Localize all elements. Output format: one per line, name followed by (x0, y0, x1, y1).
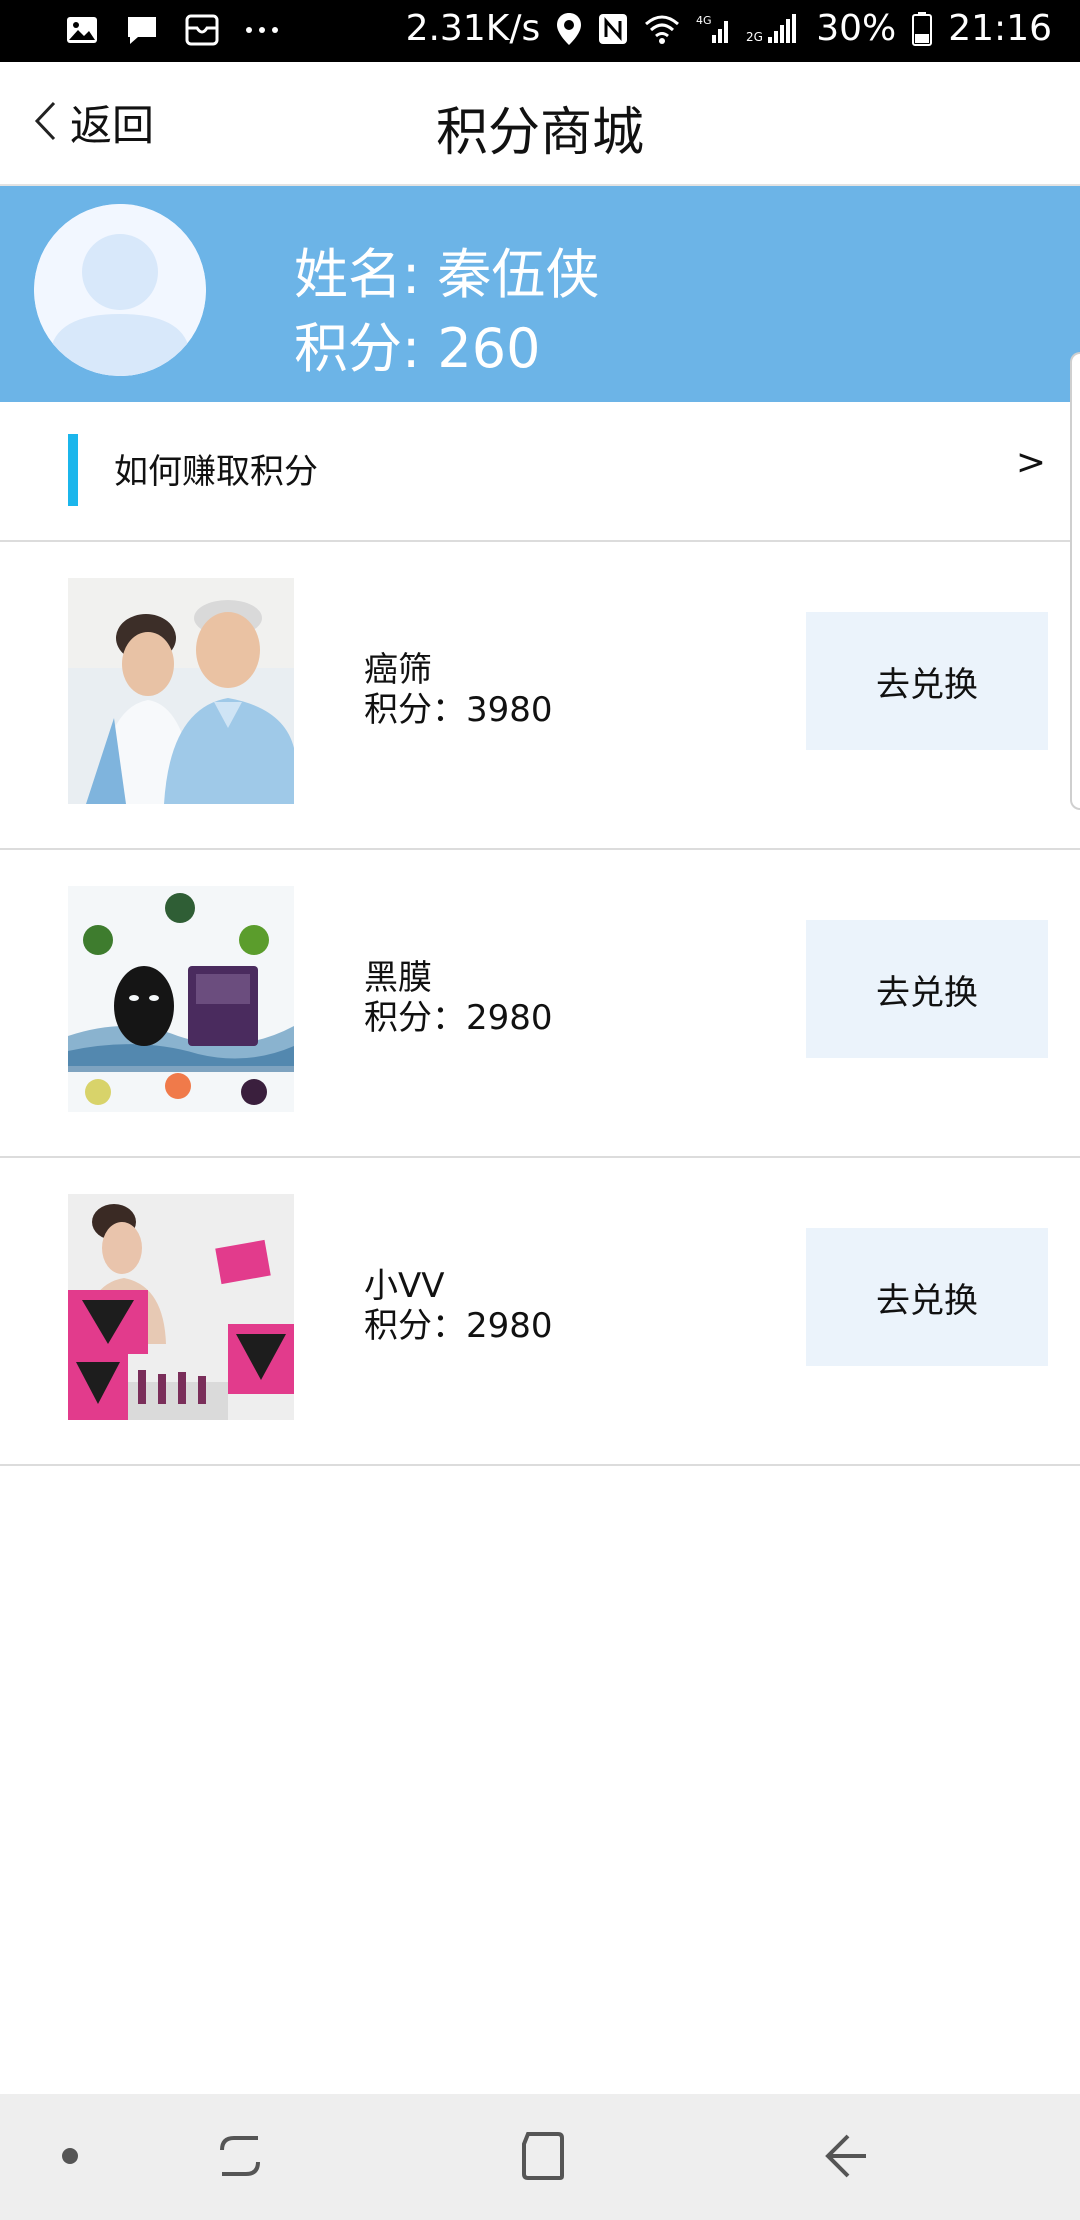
svg-text:2G: 2G (746, 30, 763, 44)
product-points: 积分：2980 (364, 1306, 553, 1346)
inbox-icon (184, 12, 220, 48)
accent-bar (68, 434, 78, 506)
system-status: 2.31K/s 4G 2G 30% 21:16 (406, 8, 1052, 49)
product-image-elderly-couple (68, 578, 294, 804)
app-header: 返回 积分商城 (0, 62, 1080, 186)
clock: 21:16 (948, 8, 1052, 49)
page-title: 积分商城 (435, 103, 644, 163)
product-item: 癌筛 积分：3980 去兑换 (0, 542, 1080, 850)
signal-2g-icon: 2G (746, 13, 800, 45)
redeem-button[interactable]: 去兑换 (806, 920, 1048, 1058)
nav-dot-icon[interactable] (60, 2146, 80, 2170)
redeem-button[interactable]: 去兑换 (806, 612, 1048, 750)
battery-icon (912, 11, 933, 46)
wifi-icon (644, 14, 680, 44)
product-image-vv-product (68, 1194, 294, 1420)
svg-text:4G: 4G (696, 14, 712, 27)
location-icon (556, 12, 582, 46)
home-icon[interactable] (518, 2130, 566, 2186)
redeem-button[interactable]: 去兑换 (806, 1228, 1048, 1366)
user-name: 姓名: 秦伍侠 (294, 243, 600, 306)
profile-banner: 姓名: 秦伍侠 积分: 260 (0, 186, 1080, 402)
earn-points-link[interactable]: 如何赚取积分 > (0, 402, 1080, 542)
status-bar: 2.31K/s 4G 2G 30% 21:16 (0, 0, 1080, 62)
product-list: 癌筛 积分：3980 去兑换 黑膜 积分：2980 去兑换 小VV 积分：298… (0, 542, 1080, 1466)
battery-percent: 30% (816, 8, 897, 49)
recent-apps-icon[interactable] (216, 2130, 264, 2186)
avatar (34, 204, 206, 376)
signal-4g-icon: 4G (696, 13, 730, 45)
product-image-black-mask (68, 886, 294, 1112)
message-icon (124, 12, 160, 48)
product-points: 积分：3980 (364, 690, 553, 730)
more-icon (244, 12, 280, 48)
back-nav-icon[interactable] (822, 2130, 870, 2186)
image-icon (64, 12, 100, 48)
chevron-right-icon: > (1015, 442, 1046, 483)
product-item: 小VV 积分：2980 去兑换 (0, 1158, 1080, 1466)
product-item: 黑膜 积分：2980 去兑换 (0, 850, 1080, 1158)
product-points: 积分：2980 (364, 998, 553, 1038)
nfc-icon (598, 13, 628, 45)
user-points: 积分: 260 (294, 317, 541, 380)
system-nav-bar (0, 2094, 1080, 2220)
notification-icons (64, 12, 280, 48)
network-speed: 2.31K/s (405, 8, 541, 49)
earn-points-label: 如何赚取积分 (114, 452, 318, 492)
